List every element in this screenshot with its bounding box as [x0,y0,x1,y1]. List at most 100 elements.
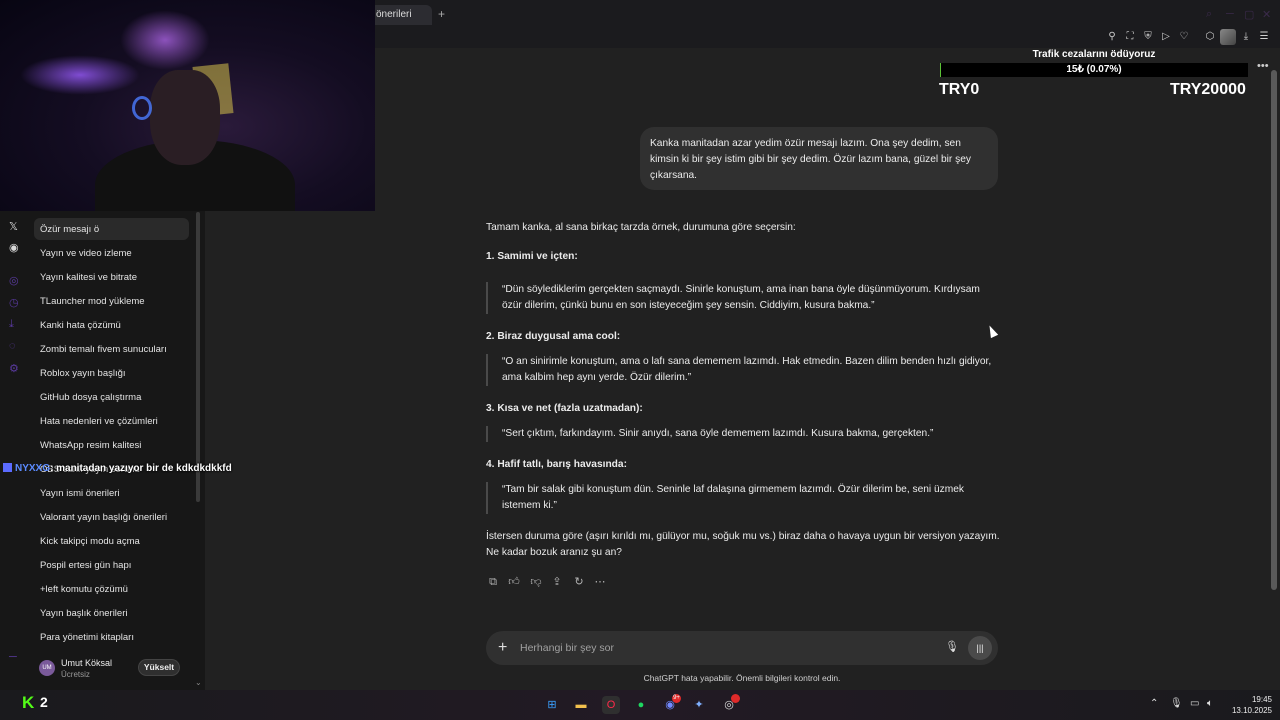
heart-icon[interactable]: ♡ [1178,31,1190,43]
file-explorer-icon[interactable]: ▬ [572,696,590,714]
menu-icon[interactable]: ☰ [1258,31,1270,43]
led-light [120,10,210,70]
stream-chat-message: NYXXG: manitadan yazıyor bir de kdkdkdkk… [3,463,232,474]
sidebar-chat-item[interactable]: GitHub dosya çalıştırma [34,386,189,408]
pin-icon[interactable]: ⚲ [1106,31,1118,43]
goal-progress-bar: 15₺ (0.07%) [940,63,1248,77]
voice-mode-button[interactable]: ||| [968,636,992,660]
system-clock[interactable]: 19:45 13.10.2025 [1224,694,1272,716]
clock-date: 13.10.2025 [1231,706,1272,715]
thumbs-down-icon[interactable]: 👎︎ [529,575,543,589]
minimize-icon[interactable]: ─ [1226,8,1234,20]
sidebar-chat-item[interactable]: +left komutu çözümü [34,578,189,600]
discord-badge: 9+ [672,694,681,703]
maximize-icon[interactable]: ▢ [1244,8,1254,21]
network-icon[interactable]: ▭ [1190,698,1199,709]
sidebar-chat-item[interactable]: Valorant yayın başlığı önerileri [34,506,189,528]
more-icon[interactable]: ⋯ [593,575,607,589]
user-plan: Ücretsiz [61,670,90,679]
quote-block: “Dün söylediklerim gerçekten saçmaydı. S… [486,282,1001,314]
browser-tab[interactable]: önerileri [370,5,432,25]
goal-min-label: TRY0 [939,81,980,98]
user-name: Umut Köksal [61,658,113,668]
chat-username: NYXXG [15,463,51,474]
sidebar-chat-item[interactable]: Para yönetimi kitapları [34,626,189,648]
sidebar-chat-item[interactable]: Zombi temalı fivem sunucuları [34,338,189,360]
sidebar-chat-item[interactable]: Hata nedenleri ve çözümleri [34,410,189,432]
quote-block: “Sert çıktım, farkındayım. Sinir anıydı,… [486,426,1001,442]
discord-icon[interactable]: ◉ [9,241,19,254]
section-heading: 4. Hafif tatlı, barış havasında: [486,459,627,470]
sidebar-chat-item[interactable]: Yayın ve video izleme [34,242,189,264]
avatar[interactable]: UM [39,660,55,676]
assistant-outro: İstersen duruma göre (aşırı kırıldı mı, … [486,531,1000,558]
download-icon[interactable]: ⤓ [9,318,14,331]
microphone-icon[interactable]: 🎙︎ [945,640,959,653]
chat-text: : manitadan yazıyor bir de kdkdkdkkfd [50,463,232,474]
tray-expand-icon[interactable]: ⌃ [1150,698,1158,709]
main-scrollbar[interactable] [1271,70,1277,590]
clock-time: 19:45 [1251,695,1272,704]
microphone-tray-icon[interactable]: 🎙︎ [1170,698,1183,709]
quote-block: “Tam bir salak gibi konuştum dün. Seninl… [486,482,1001,514]
sidebar-tool-icon[interactable]: ◎ [9,274,19,287]
sidebar-chat-item[interactable]: Kanki hata çözümü [34,314,189,336]
sidebar-chat-item[interactable]: Yayın başlık önerileri [34,602,189,624]
sidebar-chat-item[interactable]: Özür mesajı ö [34,218,189,240]
regenerate-icon[interactable]: ↻ [572,575,586,589]
windows-start-icon[interactable]: ⊞ [543,696,561,714]
search-icon[interactable]: ⌕ [1206,8,1212,21]
led-light [20,55,140,95]
sidebar-chat-item[interactable]: Kick takipçi modu açma [34,530,189,552]
sidebar-chat-item[interactable]: Roblox yayın başlığı [34,362,189,384]
assistant-intro: Tamam kanka, al sana birkaç tarzda örnek… [486,222,796,233]
chat-history-sidebar: Özür mesajı ö Yayın ve video izleme Yayın … [30,211,205,691]
spotify-icon[interactable]: ● [632,696,650,714]
section-heading: 3. Kısa ve net (fazla uzatmadan): [486,403,643,414]
streamer-head [150,70,220,165]
quote-block: “O an sinirimle konuştum, ama o lafı san… [486,354,1001,386]
x-icon[interactable]: 𝕏 [9,220,18,233]
sidebar-scrollbar[interactable] [196,212,200,502]
copy-icon[interactable]: ⧉ [486,575,500,589]
kick-viewer-count: 2 [40,694,48,710]
headset-icon [132,96,152,120]
upgrade-button[interactable]: Yükselt [138,659,180,676]
webcam-overlay [0,0,375,211]
user-profile[interactable]: UM Umut Köksal Ücretsiz Yükselt [30,652,205,688]
sidebar-chat-item[interactable]: TLauncher mod yükleme [34,290,189,312]
settings-icon[interactable]: ⚙ [9,362,19,375]
goal-max-label: TRY20000 [1170,81,1246,98]
add-attachment-icon[interactable]: + [498,638,507,658]
app-icon[interactable]: ✦ [690,696,708,714]
goal-progress-text: 15₺ (0.07%) [1066,64,1122,75]
collapse-icon[interactable]: ─ [9,651,17,663]
section-heading: 2. Biraz duygusal ama cool: [486,331,621,342]
screenshot-icon[interactable]: ⛶ [1124,31,1136,43]
user-message: Kanka manitadan azar yedim özür mesajı l… [640,127,998,190]
sidebar-chat-item[interactable]: WhatsApp resim kalitesi [34,434,189,456]
icon-rail: 𝕏 ◉ ◎ ◷ ⤓ ◌ ⚙ ─ [0,211,30,691]
shield-icon[interactable]: ⛨ [1142,31,1154,43]
sidebar-chat-item[interactable]: Yayın ismi önerileri [34,482,189,504]
share-icon[interactable]: ⇪ [550,575,564,589]
more-options-icon[interactable]: ••• [1257,60,1269,72]
new-tab-button[interactable]: + [438,7,445,21]
volume-icon[interactable]: 🔈︎ [1207,698,1213,709]
play-icon[interactable]: ▷ [1160,31,1172,43]
profile-avatar[interactable] [1220,29,1236,45]
history-icon[interactable]: ◷ [9,296,19,309]
thumbs-up-icon[interactable]: 👍︎ [507,575,521,589]
prompt-input[interactable] [520,640,920,656]
kick-icon: K [22,693,35,712]
sidebar-chat-item[interactable]: Yayın kalitesi ve bitrate [34,266,189,288]
extensions-icon[interactable]: ⬡ [1204,31,1216,43]
download-icon[interactable]: ⤓ [1240,31,1252,43]
sidebar-chat-item[interactable]: Pospil ertesi gün hapı [34,554,189,576]
section-heading: 1. Samimi ve içten: [486,251,578,262]
opera-gx-icon[interactable]: O [602,696,620,714]
composer: + 🎙︎ ||| [486,631,998,665]
chat-icon[interactable]: ◌ [9,340,16,352]
close-icon[interactable]: ✕ [1262,8,1271,21]
disclaimer: ChatGPT hata yapabilir. Önemli bilgileri… [643,673,841,683]
